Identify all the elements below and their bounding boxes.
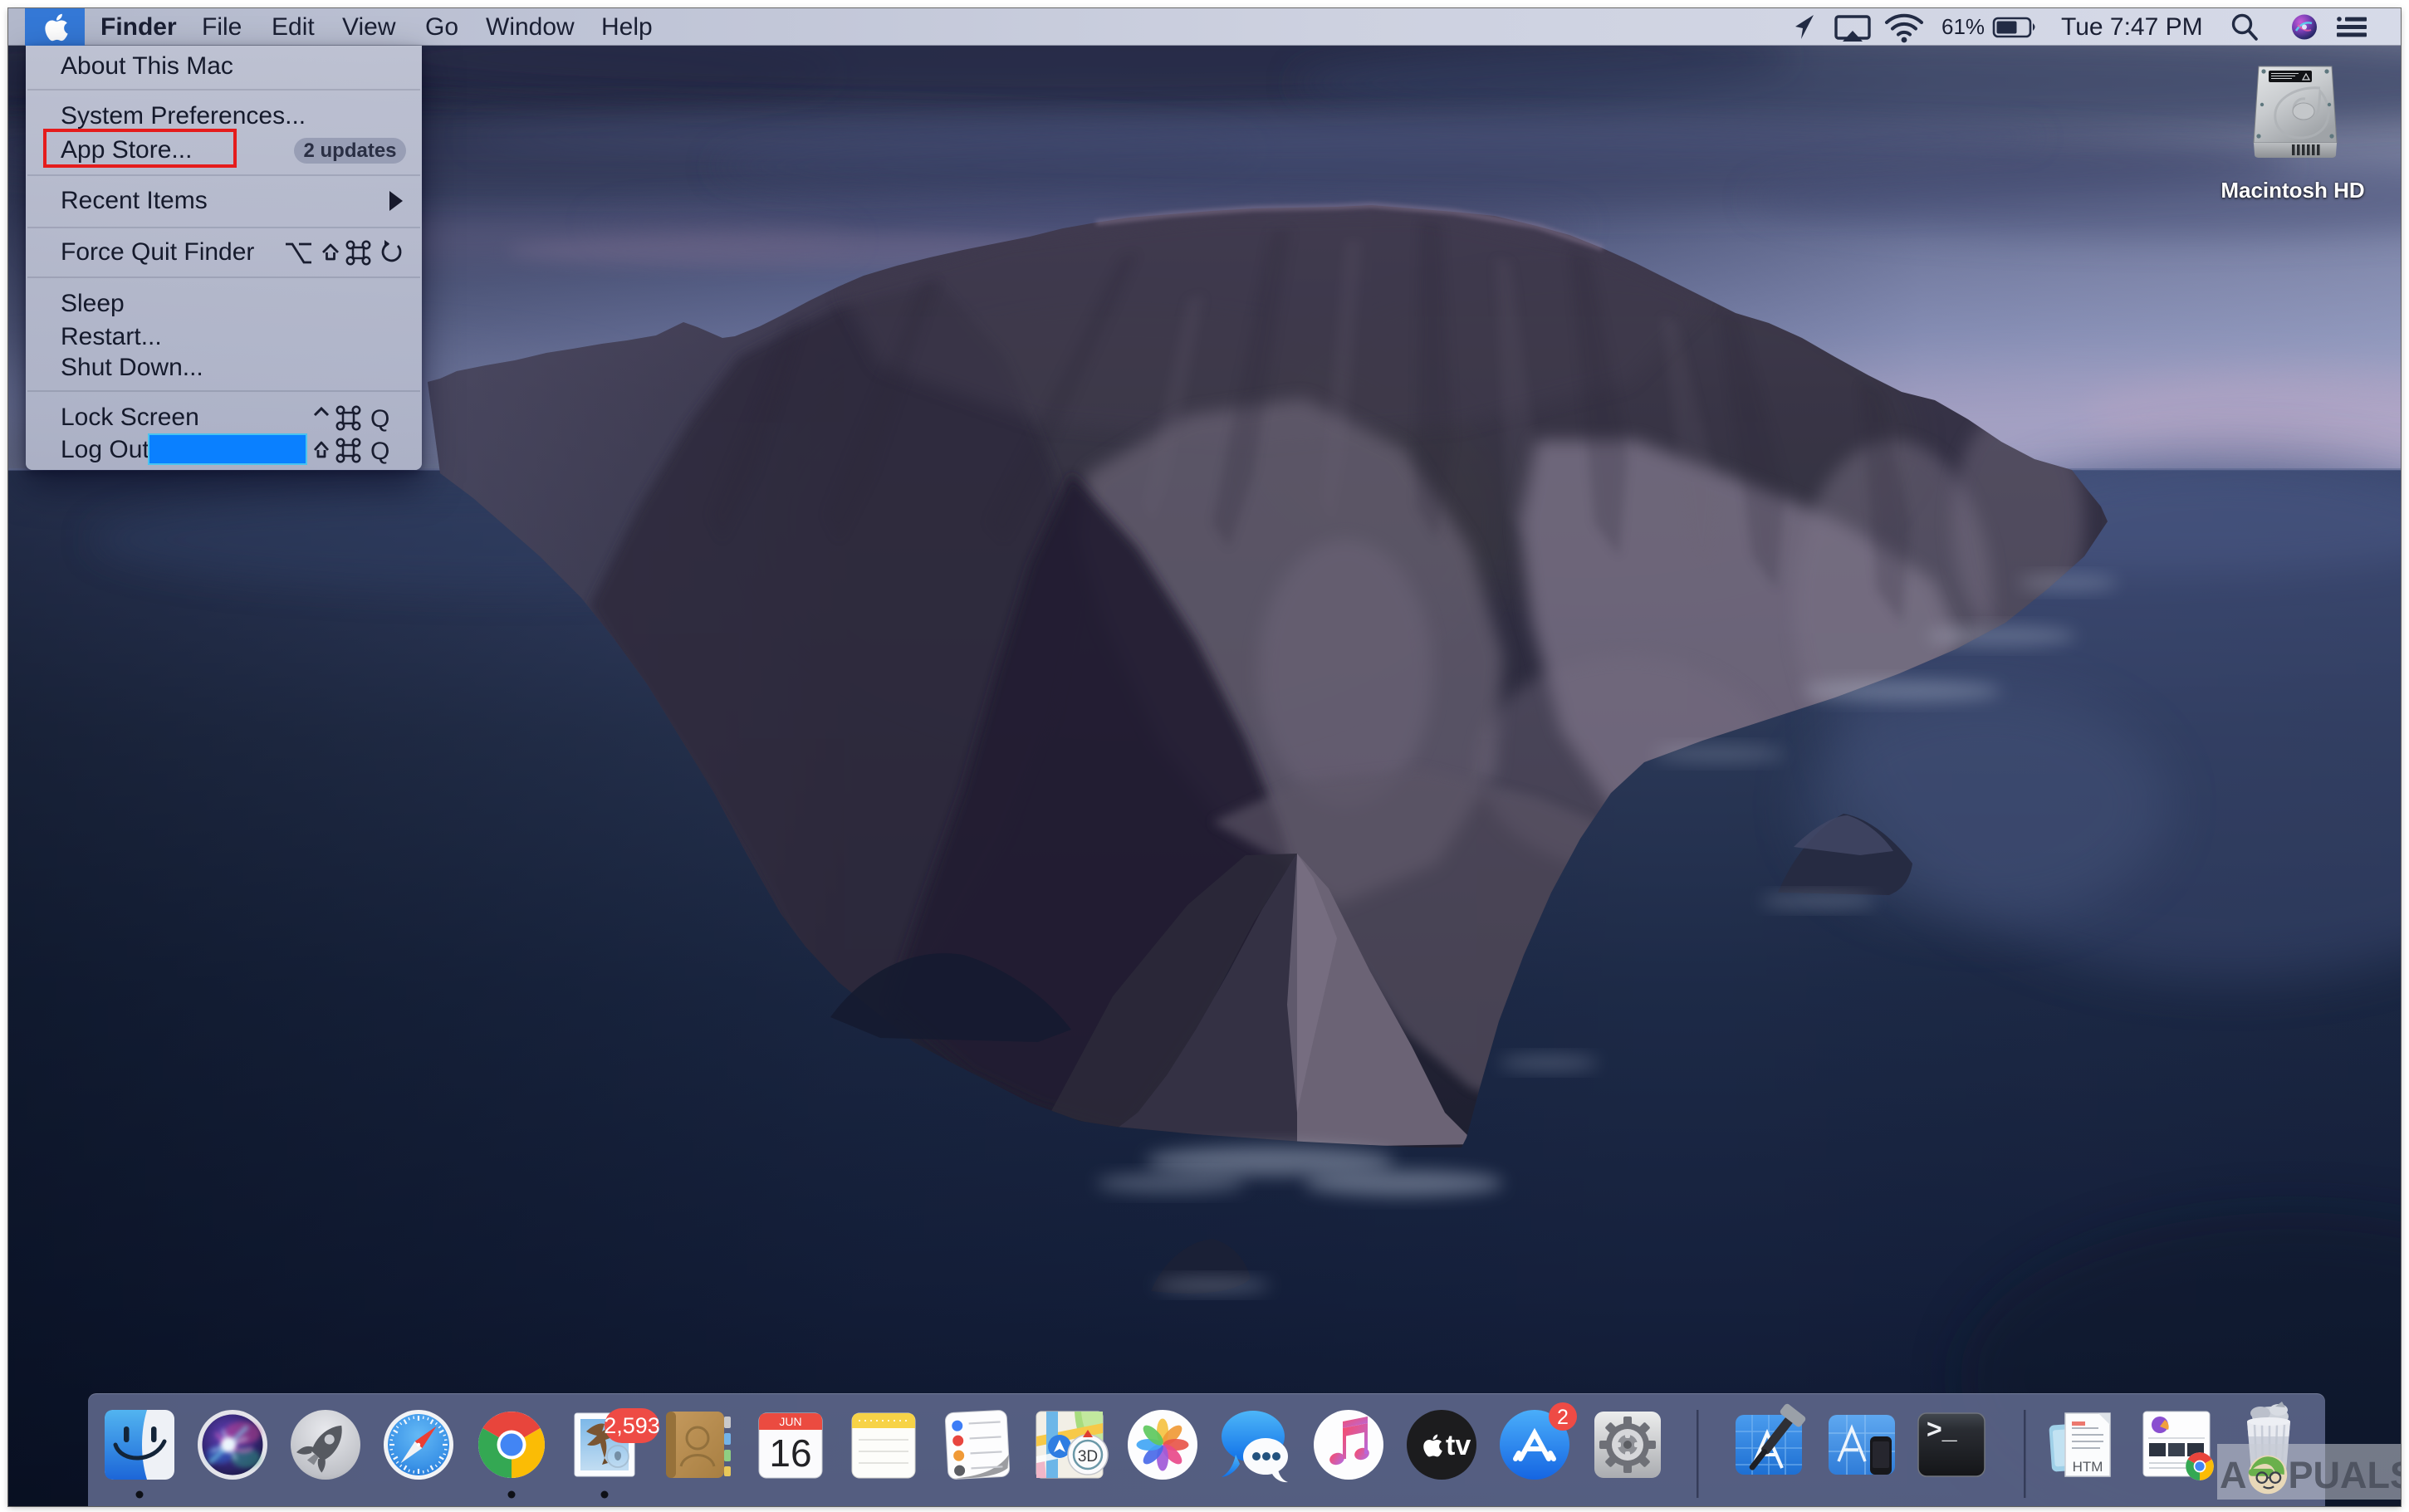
svg-text:JUN: JUN — [779, 1415, 801, 1428]
svg-text:Q: Q — [370, 405, 389, 433]
svg-text:tv: tv — [1446, 1430, 1471, 1461]
svg-text:>_: >_ — [1927, 1414, 1958, 1444]
svg-text:2: 2 — [1557, 1406, 1569, 1429]
svg-text:16: 16 — [769, 1431, 811, 1475]
svg-text:2,593: 2,593 — [604, 1413, 660, 1438]
svg-text:3D: 3D — [1078, 1448, 1098, 1466]
svg-text:HTM: HTM — [2073, 1459, 2103, 1475]
svg-text:Q: Q — [370, 438, 389, 465]
